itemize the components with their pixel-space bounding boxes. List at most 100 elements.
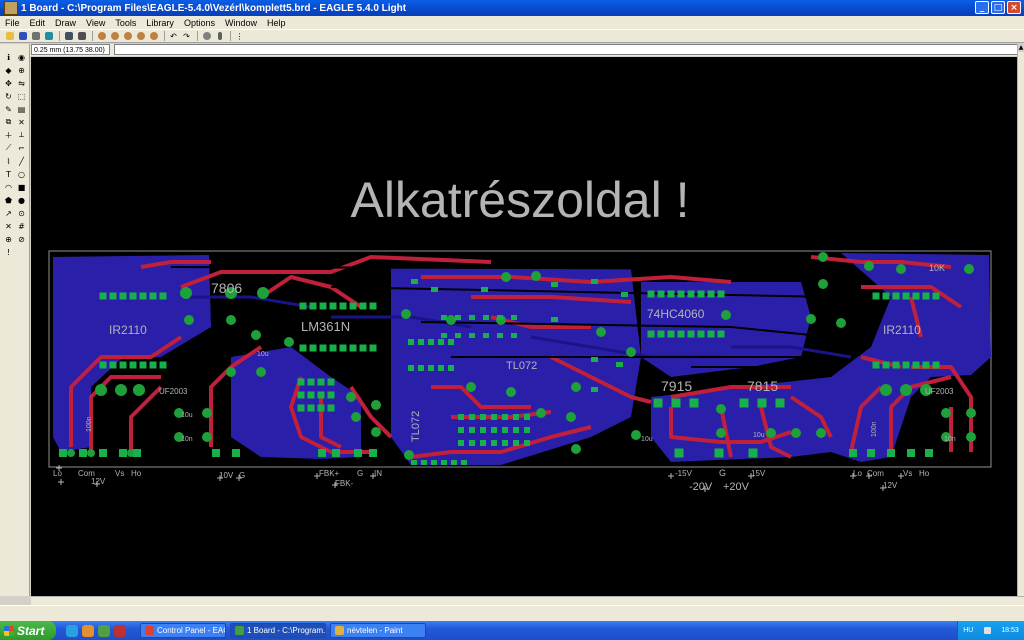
errors-icon[interactable]: ⊘	[16, 234, 27, 244]
command-input[interactable]	[114, 44, 1024, 55]
quicklaunch-app-icon[interactable]	[114, 624, 126, 637]
smd-pad	[591, 357, 598, 362]
split-icon[interactable]: ⟂	[16, 130, 27, 140]
rect-icon[interactable]: ■	[16, 182, 27, 192]
delete-icon[interactable]: ✕	[16, 117, 27, 127]
square-pad	[513, 414, 519, 420]
hole-icon[interactable]: ⊙	[16, 208, 27, 218]
show-desktop-icon[interactable]	[98, 624, 110, 637]
open-icon[interactable]	[4, 31, 15, 41]
mark-icon[interactable]: ⊕	[16, 65, 27, 75]
via-icon[interactable]: ●	[16, 195, 27, 205]
close-button[interactable]: ×	[1007, 1, 1021, 14]
through-hole-pad	[631, 430, 641, 440]
rotate-icon[interactable]: ↻	[3, 91, 14, 101]
run-icon[interactable]	[76, 31, 87, 41]
board-canvas[interactable]: Alkatrészoldal ! 7806 IR2110 UF2003 LM36…	[31, 57, 1017, 596]
vertical-scrollbar[interactable]: ▲	[1017, 44, 1024, 596]
paste-icon[interactable]: ▤	[16, 104, 27, 114]
stop-icon[interactable]	[201, 31, 212, 41]
move-icon[interactable]: ✥	[3, 78, 14, 88]
mirror-icon[interactable]: ⇋	[16, 78, 27, 88]
language-indicator[interactable]: HU	[963, 627, 973, 634]
signal-icon[interactable]: ↗	[3, 208, 14, 218]
add-icon[interactable]: ＋	[3, 130, 14, 140]
zoom-out-icon[interactable]	[122, 31, 133, 41]
menu-view[interactable]: View	[81, 18, 110, 28]
menu-file[interactable]: File	[0, 18, 25, 28]
menu-draw[interactable]: Draw	[50, 18, 81, 28]
connector-label-g: G	[357, 469, 363, 478]
through-hole-pad	[180, 287, 192, 299]
text-icon[interactable]: T	[3, 169, 14, 179]
go-icon[interactable]	[214, 31, 225, 41]
menu-help[interactable]: Help	[262, 18, 291, 28]
connector-label-minus15v: -15V	[675, 469, 693, 478]
autoroute-icon[interactable]: #	[16, 221, 27, 231]
menu-window[interactable]: Window	[220, 18, 262, 28]
optimize-icon[interactable]: ⟋	[3, 143, 14, 153]
square-pad	[932, 292, 940, 300]
smd-pad	[511, 315, 517, 320]
redo-icon[interactable]: ↷	[181, 31, 192, 41]
zoom-in-icon[interactable]	[109, 31, 120, 41]
change-icon[interactable]: ✎	[3, 104, 14, 114]
zoom-redraw-icon[interactable]	[135, 31, 146, 41]
square-pad	[339, 344, 347, 352]
menu-library[interactable]: Library	[141, 18, 179, 28]
maximize-button[interactable]: □	[991, 1, 1005, 14]
task-label: névtelen - Paint	[347, 626, 403, 635]
group-icon[interactable]: ⬚	[16, 91, 27, 101]
square-pad	[317, 378, 325, 386]
through-hole-pad	[716, 404, 726, 414]
square-pad	[129, 361, 137, 369]
cam-icon[interactable]	[43, 31, 54, 41]
eye-icon[interactable]: ◉	[16, 52, 27, 62]
arc-icon[interactable]: ◠	[3, 182, 14, 192]
task-paint[interactable]: névtelen - Paint	[330, 623, 426, 638]
start-button[interactable]: Start	[0, 621, 56, 640]
square-pad	[932, 361, 940, 369]
tray-icon[interactable]	[983, 627, 991, 634]
menu-edit[interactable]: Edit	[25, 18, 51, 28]
square-pad	[849, 449, 857, 457]
copy-icon[interactable]: ⧉	[3, 117, 14, 127]
menu-tools[interactable]: Tools	[110, 18, 141, 28]
print-icon[interactable]	[30, 31, 41, 41]
polygon-icon[interactable]: ⬟	[3, 195, 14, 205]
save-icon[interactable]	[17, 31, 28, 41]
value-label: 10u	[257, 351, 269, 358]
undo-icon[interactable]: ↶	[168, 31, 179, 41]
connector-label-fbk-minus: FBK-	[335, 479, 354, 488]
wire-icon[interactable]: ╱	[16, 156, 27, 166]
script-icon[interactable]	[63, 31, 74, 41]
drc-icon[interactable]: ⊕	[3, 234, 14, 244]
firefox-icon[interactable]	[82, 624, 94, 637]
zoom-select-icon[interactable]	[148, 31, 159, 41]
square-pad	[667, 330, 675, 338]
square-pad	[129, 292, 137, 300]
warning-icon[interactable]: !	[3, 247, 14, 257]
horizontal-scrollbar[interactable]	[31, 596, 1024, 605]
through-hole-pad	[531, 271, 541, 281]
square-pad	[299, 302, 307, 310]
ie-icon[interactable]	[66, 624, 78, 637]
square-pad	[513, 427, 519, 433]
info-icon[interactable]: ℹ	[3, 52, 14, 62]
origin-crosses	[56, 465, 904, 492]
ripup-icon[interactable]: ⌇	[3, 156, 14, 166]
component-label-7806: 7806	[211, 280, 242, 296]
task-board[interactable]: 1 Board - C:\Program...	[230, 623, 326, 638]
menu-options[interactable]: Options	[179, 18, 220, 28]
scroll-up-icon[interactable]: ▲	[1018, 44, 1024, 52]
grid-icon[interactable]: ⋮	[234, 31, 245, 41]
circle-icon[interactable]: ○	[16, 169, 27, 179]
task-control-panel[interactable]: Control Panel - EAGL...	[140, 623, 226, 638]
layer-icon[interactable]: ◆	[3, 65, 14, 75]
zoom-fit-icon[interactable]	[96, 31, 107, 41]
square-pad	[369, 302, 377, 310]
route-icon[interactable]: ⌐	[16, 143, 27, 153]
ratsnest-icon[interactable]: ✕	[3, 221, 14, 231]
value-label: 10u	[641, 436, 653, 443]
minimize-button[interactable]: _	[975, 1, 989, 14]
